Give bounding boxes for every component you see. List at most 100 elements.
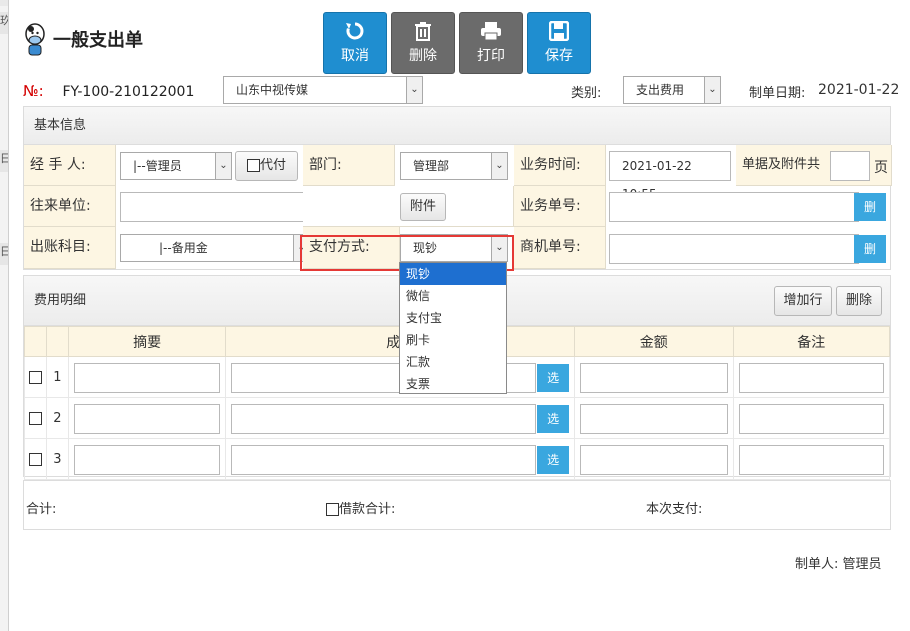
attachment-button[interactable]: 附件 <box>400 193 446 221</box>
opp-no-delete-button[interactable]: 删 <box>854 235 886 263</box>
pay-method-dropdown: 现钞 微信 支付宝 刷卡 汇款 支票 <box>399 262 507 394</box>
note-cell <box>732 438 891 480</box>
undo-icon <box>346 22 364 40</box>
row-index: 1 <box>45 356 69 398</box>
row-select[interactable] <box>24 397 47 439</box>
cost-input[interactable] <box>231 404 537 434</box>
amount-input[interactable] <box>580 404 728 434</box>
page-title: 一般支出单 <box>53 30 143 51</box>
amount-cell <box>574 356 734 398</box>
dropdown-option[interactable]: 现钞 <box>400 263 506 285</box>
number-label: №: <box>23 82 44 100</box>
opp-no-input[interactable] <box>609 234 859 264</box>
biz-no-label: 业务单号: <box>514 186 606 227</box>
handler-label: 经 手 人: <box>24 145 116 186</box>
dept-select[interactable]: 管理部 ⌄ <box>400 152 508 180</box>
dropdown-option[interactable]: 汇款 <box>400 351 506 373</box>
dropdown-option[interactable]: 微信 <box>400 285 506 307</box>
save-button[interactable]: 保存 <box>527 12 591 74</box>
dropdown-option[interactable]: 支票 <box>400 373 506 395</box>
company-select-value: 山东中视传媒 <box>236 83 309 97</box>
cost-pick-button[interactable]: 选 <box>537 364 570 392</box>
dept-label: 部门: <box>303 145 395 186</box>
proxy-pay-checkbox-box[interactable] <box>246 159 260 172</box>
attach-count-text: 单据及附件共 <box>742 157 821 172</box>
loan-total-checkbox[interactable] <box>326 503 339 516</box>
sum-label: 合计: <box>26 502 57 517</box>
row-checkbox[interactable] <box>28 370 42 384</box>
cost-cell: 选 <box>225 438 576 480</box>
chevron-down-icon: ⌄ <box>704 77 720 103</box>
maker-value: 管理员 <box>842 557 882 572</box>
summary-input[interactable] <box>73 363 221 393</box>
note-input[interactable] <box>738 445 884 475</box>
column-header: 备注 <box>732 326 891 357</box>
category-select-value: 支出费用 <box>636 83 685 97</box>
background-edge-tab: 日 <box>0 150 11 172</box>
account-label: 出账科目: <box>24 227 116 269</box>
row-index: 3 <box>45 438 69 480</box>
trash-icon <box>415 22 431 41</box>
cancel-button[interactable]: 取消 <box>323 12 387 74</box>
summary-cell <box>67 438 227 480</box>
cost-input[interactable] <box>231 445 537 475</box>
handler-select-value: |--管理员 <box>133 159 182 173</box>
amount-input[interactable] <box>580 363 728 393</box>
basic-info-panel: 基本信息 经 手 人: |--管理员 ⌄ 代付 部门: 管理部 ⌄ 业务时间: … <box>23 106 892 271</box>
attach-count-input[interactable] <box>830 151 870 181</box>
cancel-label: 取消 <box>341 48 369 64</box>
note-input[interactable] <box>738 363 884 393</box>
row-checkbox[interactable] <box>28 411 42 425</box>
chevron-down-icon: ⌄ <box>491 153 507 179</box>
account-select[interactable]: |--备用金 ⌄ <box>120 234 310 262</box>
delete-row-button[interactable]: 删除 <box>836 286 882 316</box>
cost-pick-button[interactable]: 选 <box>537 446 570 474</box>
delete-button[interactable]: 删除 <box>391 12 455 74</box>
date-label: 制单日期: <box>749 86 806 101</box>
company-select[interactable]: 山东中视传媒 ⌄ <box>223 76 423 104</box>
cow-logo-icon <box>23 20 47 58</box>
row-checkbox[interactable] <box>28 452 42 466</box>
column-header: 摘要 <box>67 326 227 357</box>
category-label: 类别: <box>571 86 602 101</box>
note-input[interactable] <box>738 404 884 434</box>
row-select[interactable] <box>24 356 47 398</box>
chevron-down-icon: ⌄ <box>406 77 422 103</box>
amount-input[interactable] <box>580 445 728 475</box>
save-label: 保存 <box>545 48 573 64</box>
row-select[interactable] <box>24 438 47 480</box>
select-column <box>24 326 47 357</box>
add-row-button[interactable]: 增加行 <box>774 286 832 316</box>
category-select[interactable]: 支出费用 ⌄ <box>623 76 721 104</box>
background-edge-tab: 日 <box>0 243 11 265</box>
amount-cell <box>574 397 734 439</box>
account-select-value: |--备用金 <box>159 241 208 255</box>
dropdown-option[interactable]: 刷卡 <box>400 329 506 351</box>
amount-cell <box>574 438 734 480</box>
summary-input[interactable] <box>73 404 221 434</box>
background-edge-tab: 玖 <box>0 12 11 34</box>
number-value: FY-100-210122001 <box>62 84 195 100</box>
printer-icon <box>481 22 501 41</box>
summary-input[interactable] <box>73 445 221 475</box>
table-row: 3 选 <box>24 438 891 480</box>
loan-total: 借款合计: <box>326 498 395 517</box>
form-title: 一般支出单 <box>23 20 143 58</box>
basic-info-title: 基本信息 <box>24 107 890 145</box>
index-column <box>45 326 69 357</box>
biz-no-input[interactable] <box>609 192 859 222</box>
proxy-pay-checkbox[interactable]: 代付 <box>235 151 298 181</box>
row-index: 2 <box>45 397 69 439</box>
summary-cell <box>67 397 227 439</box>
date-value: 2021-01-22 <box>818 82 900 98</box>
current-pay-label: 本次支付: <box>646 502 703 517</box>
document-number: №: FY-100-210122001 <box>23 82 194 100</box>
biz-time-input[interactable]: 2021-01-22 10:55 <box>609 151 731 201</box>
cost-pick-button[interactable]: 选 <box>537 405 570 433</box>
dropdown-option[interactable]: 支付宝 <box>400 307 506 329</box>
biz-time-label: 业务时间: <box>514 145 606 186</box>
print-button[interactable]: 打印 <box>459 12 523 74</box>
biz-no-delete-button[interactable]: 删 <box>854 193 886 221</box>
table-row: 2 选 <box>24 397 891 439</box>
handler-select[interactable]: |--管理员 ⌄ <box>120 152 232 180</box>
